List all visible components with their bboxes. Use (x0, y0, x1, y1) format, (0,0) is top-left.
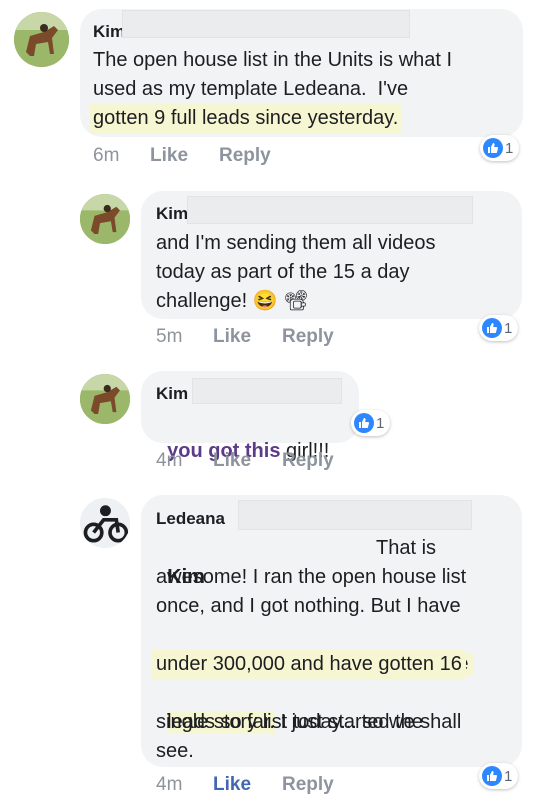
avatar[interactable] (80, 374, 130, 424)
like-button[interactable]: Like (213, 450, 251, 472)
avatar-horse-icon (80, 374, 130, 424)
comment-author[interactable]: Kim (156, 384, 188, 404)
comment-text-line: today as part of the 15 a day (156, 261, 410, 283)
avatar-horse-icon (80, 194, 130, 244)
reply-button[interactable]: Reply (282, 450, 334, 472)
comment-text-line: see. (156, 740, 194, 762)
comment-text-line: and I'm sending them all videos (156, 232, 436, 254)
avatar[interactable] (80, 194, 130, 244)
reaction-number: 1 (376, 414, 385, 432)
like-reaction-icon (354, 413, 374, 433)
comment-time[interactable]: 5m (156, 326, 182, 348)
comment-text-line: challenge! 😆 📽 (156, 290, 309, 312)
comment-text-line: single story list today... so we shall (156, 711, 462, 733)
reply-button[interactable]: Reply (219, 145, 271, 167)
reaction-number: 1 (504, 767, 513, 785)
avatar-motorcycle-icon (80, 498, 130, 548)
reaction-number: 1 (505, 139, 514, 157)
like-reaction-icon (483, 138, 503, 158)
comment-author[interactable]: Ledeana (156, 509, 225, 529)
comment-text-line: The open house list in the Units is what… (93, 49, 453, 71)
redacted-name (122, 10, 410, 38)
comment-author[interactable]: Kim (93, 22, 125, 42)
comment-text-line: awesome! I ran the open house list (156, 566, 467, 588)
like-reaction-icon (482, 766, 502, 786)
avatar-horse-icon (14, 12, 69, 67)
redacted-mention (200, 535, 372, 563)
comment-text-line-highlighted: gotten 9 full leads since yesterday. (90, 104, 402, 133)
reaction-count[interactable]: 1 (480, 135, 520, 161)
comment-author[interactable]: Kim (156, 204, 188, 224)
comment-time[interactable]: 4m (156, 774, 182, 796)
reaction-count[interactable]: 1 (351, 410, 391, 436)
comment-text-line-highlighted: under 300,000 and have gotten 16 (152, 650, 466, 679)
like-reaction-icon (482, 318, 502, 338)
avatar[interactable] (80, 498, 130, 548)
like-button[interactable]: Like (213, 326, 251, 348)
like-button[interactable]: Like (150, 145, 188, 167)
like-button[interactable]: Like (213, 774, 251, 796)
avatar[interactable] (14, 12, 69, 67)
reply-button[interactable]: Reply (282, 326, 334, 348)
redacted-name (187, 196, 473, 224)
comment-time[interactable]: 4m (156, 450, 182, 472)
reaction-number: 1 (504, 319, 513, 337)
redacted-name (238, 500, 472, 530)
comment-time[interactable]: 6m (93, 145, 119, 167)
comment-text-line: That is (376, 537, 437, 559)
redacted-name (192, 378, 342, 404)
reply-button[interactable]: Reply (282, 774, 334, 796)
comment-text-line: once, and I got nothing. But I have (156, 595, 461, 617)
reaction-count[interactable]: 1 (479, 763, 519, 789)
comment-text-line: used as my template Ledeana. I've (93, 78, 409, 100)
reaction-count[interactable]: 1 (479, 315, 519, 341)
